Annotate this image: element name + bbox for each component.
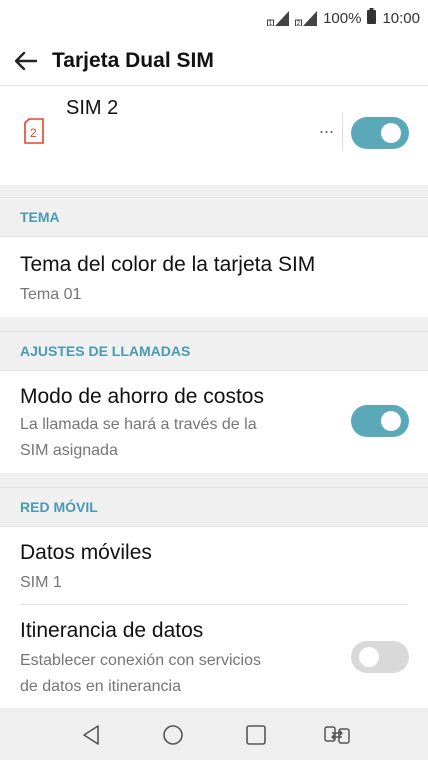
battery-icon (367, 8, 377, 28)
item-title: Itinerancia de datos (20, 619, 204, 642)
app-bar: Tarjeta Dual SIM (0, 36, 428, 86)
item-subtitle-line-1: Establecer conexión con servicios (20, 652, 262, 669)
sim-2-signal-icon: 2 (295, 10, 318, 26)
svg-text:2: 2 (30, 126, 37, 140)
status-bar: 1 2 100% 10:00 (0, 0, 428, 36)
battery-percent: 100% (323, 9, 362, 27)
recents-square-icon[interactable] (243, 722, 269, 748)
svg-text:2: 2 (297, 20, 301, 26)
spacer (0, 473, 428, 487)
item-subtitle: Tema 01 (20, 286, 82, 303)
svg-text:1: 1 (269, 20, 273, 26)
item-title: Modo de ahorro de costos (20, 385, 264, 408)
back-arrow-icon[interactable] (0, 36, 52, 86)
home-circle-icon[interactable] (160, 722, 186, 748)
dual-window-icon[interactable] (324, 722, 350, 748)
list-item-datos-moviles[interactable]: Datos móviles SIM 1 (0, 527, 428, 607)
item-subtitle-line-2: SIM asignada (20, 442, 118, 459)
item-subtitle: SIM 1 (20, 574, 62, 591)
sim-2-label: SIM 2 (66, 97, 119, 119)
section-header-tema: TEMA (0, 197, 428, 237)
item-subtitle-line-1: La llamada se hará a través de la (20, 416, 257, 433)
itinerancia-toggle[interactable] (351, 641, 409, 673)
sim-1-signal-icon: 1 (267, 10, 290, 26)
item-title: Tema del color de la tarjeta SIM (20, 253, 316, 276)
item-title: Datos móviles (20, 541, 152, 564)
clock: 10:00 (382, 9, 420, 27)
section-header-red-movil: RED MÓVIL (0, 487, 428, 527)
back-triangle-icon[interactable] (78, 722, 104, 748)
spacer (0, 185, 428, 197)
navigation-bar (0, 708, 428, 760)
section-header-ajustes: AJUSTES DE LLAMADAS (0, 331, 428, 371)
sim-card-icon: 2 (24, 118, 44, 149)
more-options-icon[interactable]: ··· (312, 122, 340, 144)
spacer (0, 317, 428, 331)
divider (342, 113, 343, 151)
page-title: Tarjeta Dual SIM (52, 48, 214, 72)
list-item-tema-color[interactable]: Tema del color de la tarjeta SIM Tema 01 (0, 237, 428, 317)
sim-2-toggle[interactable] (351, 117, 409, 149)
ahorro-costos-toggle[interactable] (351, 405, 409, 437)
item-subtitle-line-2: de datos en itinerancia (20, 678, 181, 695)
